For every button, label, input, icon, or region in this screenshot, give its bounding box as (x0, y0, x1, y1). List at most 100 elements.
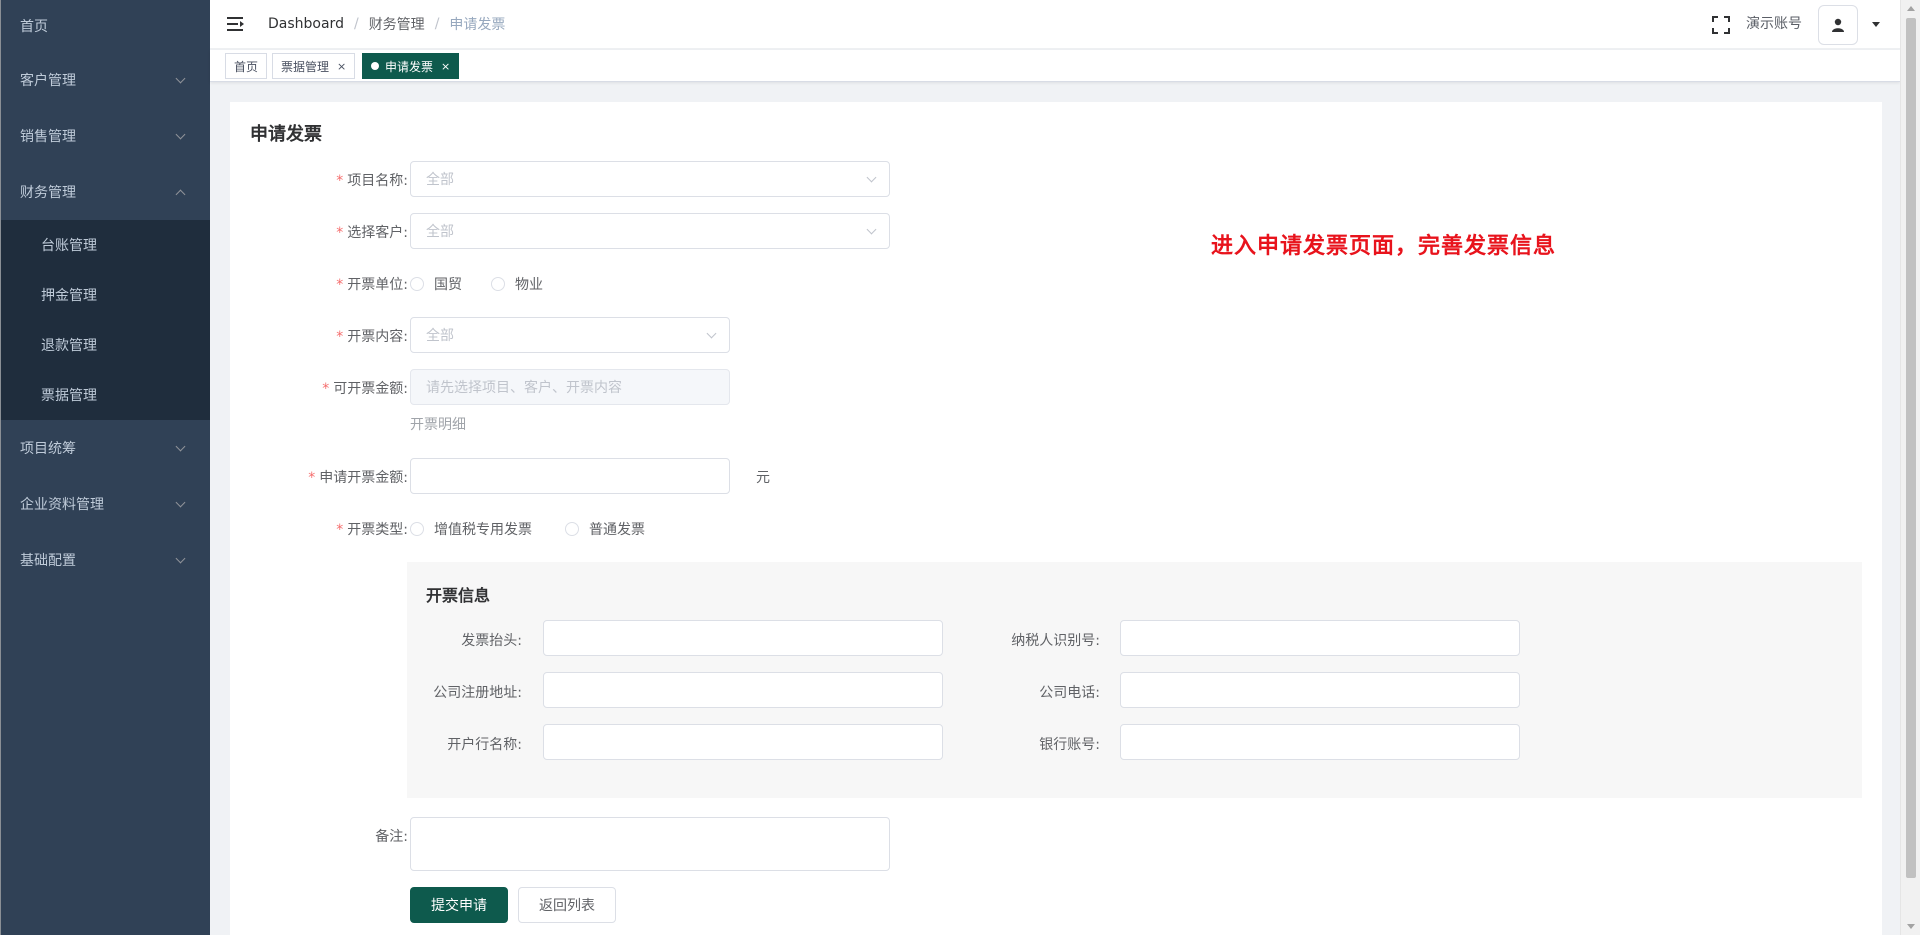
chevron-down-icon (706, 328, 717, 339)
sidebar-subitem-refund[interactable]: 退款管理 (1, 320, 210, 370)
sidebar: 首页 客户管理 销售管理 财务管理 台账管理 押金管理 退款管理 票据管理 项目… (0, 0, 210, 935)
sidebar-subitem-label: 票据管理 (41, 388, 97, 404)
submit-button[interactable]: 提交申请 (410, 887, 508, 923)
chevron-down-icon (866, 224, 877, 235)
content-select[interactable]: 全部 (410, 317, 730, 353)
apply-amount-input[interactable] (410, 458, 730, 494)
available-amount-label: * 可开票金额: (322, 381, 408, 397)
sidebar-item-sales[interactable]: 销售管理 (1, 108, 210, 164)
project-label: * 项目名称: (336, 173, 408, 189)
select-placeholder: 全部 (426, 328, 454, 344)
apply-amount-label: * 申请开票金额: (308, 470, 408, 486)
breadcrumb-finance[interactable]: 财务管理 (369, 14, 425, 34)
sidebar-item-label: 首页 (20, 19, 48, 35)
breadcrumb-separator: / (434, 16, 440, 32)
form-card: 申请发票 * 项目名称: 全部 * 选择客户: 全部 * 开票单位: 国贸 物业 * 开… (230, 102, 1882, 935)
chevron-down-icon (866, 172, 877, 183)
type-radio-vat[interactable]: 增值税专用发票 (410, 519, 532, 539)
breadcrumb: Dashboard / 财务管理 / 申请发票 (268, 14, 505, 34)
tag-apply-invoice[interactable]: 申请发票 × (362, 53, 460, 79)
unit-radio-guomao[interactable]: 国贸 (410, 274, 462, 294)
scrollbar-thumb[interactable] (1906, 18, 1916, 878)
sidebar-item-config[interactable]: 基础配置 (1, 532, 210, 588)
tag-label: 票据管理 (281, 59, 330, 74)
remark-label: 备注: (375, 829, 408, 845)
project-select[interactable]: 全部 (410, 161, 890, 197)
sidebar-subitem-deposit[interactable]: 押金管理 (1, 270, 210, 320)
tag-invoice-management[interactable]: 票据管理 × (272, 53, 356, 79)
breadcrumb-dashboard[interactable]: Dashboard (268, 16, 344, 32)
tag-label: 申请发票 (385, 59, 434, 74)
account-name[interactable]: 演示账号 (1746, 13, 1802, 33)
close-icon[interactable]: × (441, 60, 450, 73)
company-address-label: 公司注册地址: (433, 685, 522, 701)
navbar: Dashboard / 财务管理 / 申请发票 演示账号 (210, 0, 1900, 49)
page-title: 申请发票 (250, 124, 322, 145)
customer-label: * 选择客户: (336, 225, 408, 241)
bank-name-input[interactable] (543, 724, 943, 760)
sidebar-item-project[interactable]: 项目统筹 (1, 420, 210, 476)
caret-down-icon[interactable] (1872, 22, 1880, 27)
radio-circle (410, 522, 424, 536)
chevron-down-icon (175, 553, 186, 563)
remark-textarea[interactable] (410, 817, 890, 871)
navbar-right: 演示账号 (1712, 0, 1880, 49)
active-dot-icon (371, 62, 379, 70)
invoice-info-section: 开票信息 发票抬头: 纳税人识别号: 公司注册地址: 公司电话: 开户行名称: … (407, 562, 1862, 798)
chevron-down-icon (175, 497, 186, 507)
scroll-up-icon[interactable] (1907, 6, 1915, 11)
company-phone-label: 公司电话: (1039, 685, 1100, 701)
unit-radio-wuye[interactable]: 物业 (491, 274, 543, 294)
tax-number-input[interactable] (1120, 620, 1520, 656)
invoice-detail-link[interactable]: 开票明细 (410, 414, 466, 434)
input-placeholder: 请先选择项目、客户、开票内容 (426, 380, 622, 396)
chevron-up-icon (175, 189, 186, 199)
scroll-down-icon[interactable] (1907, 924, 1915, 929)
close-icon[interactable]: × (337, 60, 346, 73)
sidebar-item-label: 财务管理 (20, 185, 76, 201)
avatar[interactable] (1818, 4, 1858, 45)
breadcrumb-separator: / (353, 16, 359, 32)
sidebar-subitem-ledger[interactable]: 台账管理 (1, 220, 210, 270)
bank-account-input[interactable] (1120, 724, 1520, 760)
select-placeholder: 全部 (426, 224, 454, 240)
sidebar-item-label: 基础配置 (20, 553, 76, 569)
customer-select[interactable]: 全部 (410, 213, 890, 249)
currency-unit: 元 (756, 470, 770, 486)
content-label: * 开票内容: (336, 329, 408, 345)
sidebar-item-finance[interactable]: 财务管理 (1, 164, 210, 220)
invoice-type-label: * 开票类型: (336, 522, 408, 538)
back-to-list-button[interactable]: 返回列表 (518, 887, 616, 923)
bank-name-label: 开户行名称: (447, 737, 522, 753)
sidebar-item-enterprise[interactable]: 企业资料管理 (1, 476, 210, 532)
fullscreen-icon[interactable] (1712, 15, 1730, 34)
sidebar-item-label: 企业资料管理 (20, 497, 104, 513)
unit-label: * 开票单位: (336, 277, 408, 293)
main-area: Dashboard / 财务管理 / 申请发票 演示账号 首页 票据管理 × 申… (210, 0, 1900, 935)
sidebar-subitem-invoice[interactable]: 票据管理 (1, 370, 210, 420)
breadcrumb-current: 申请发票 (449, 17, 506, 33)
tag-label: 首页 (234, 59, 259, 74)
sidebar-item-customer[interactable]: 客户管理 (1, 52, 210, 108)
type-radio-normal[interactable]: 普通发票 (565, 519, 645, 539)
select-placeholder: 全部 (426, 172, 454, 188)
invoice-info-title: 开票信息 (426, 586, 491, 605)
sidebar-subitem-label: 押金管理 (41, 288, 97, 304)
user-icon (1832, 18, 1844, 32)
finance-submenu: 台账管理 押金管理 退款管理 票据管理 (1, 220, 210, 420)
invoice-header-input[interactable] (543, 620, 943, 656)
bank-account-label: 银行账号: (1039, 737, 1100, 753)
page-scrollbar[interactable] (1900, 0, 1920, 935)
company-address-input[interactable] (543, 672, 943, 708)
tag-home[interactable]: 首页 (225, 53, 268, 79)
radio-circle (410, 277, 424, 291)
radio-circle (491, 277, 505, 291)
chevron-down-icon (175, 129, 186, 139)
company-phone-input[interactable] (1120, 672, 1520, 708)
hamburger-icon[interactable] (227, 16, 245, 32)
available-amount-input: 请先选择项目、客户、开票内容 (410, 369, 730, 405)
annotation-text: 进入申请发票页面，完善发票信息 (1211, 233, 1557, 259)
sidebar-subitem-label: 台账管理 (41, 238, 97, 254)
chevron-down-icon (175, 73, 186, 83)
sidebar-item-home[interactable]: 首页 (1, 0, 210, 52)
